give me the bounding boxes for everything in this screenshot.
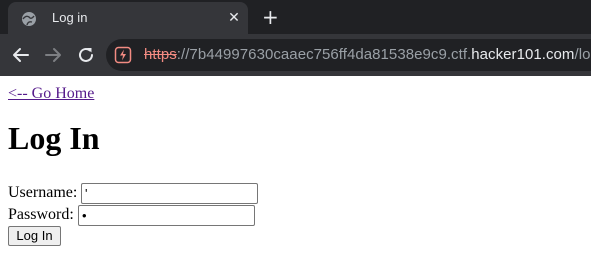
address-bar[interactable]: https://7b44997630caaec756ff4da81538e9c9… xyxy=(106,39,591,71)
url-domain: hacker101.com xyxy=(471,46,575,63)
back-arrow-icon[interactable] xyxy=(10,44,32,66)
reload-icon[interactable] xyxy=(75,44,97,66)
go-home-link[interactable]: <-- Go Home xyxy=(8,85,94,103)
login-button[interactable]: Log In xyxy=(8,226,61,246)
forward-arrow-icon[interactable] xyxy=(42,44,64,66)
page-title: Log In xyxy=(8,120,100,156)
tab-strip: Log in ✕ + xyxy=(0,0,591,34)
tab-title: Log in xyxy=(52,10,88,25)
close-icon[interactable]: ✕ xyxy=(226,10,242,26)
new-tab-button[interactable]: + xyxy=(262,7,279,27)
url-subdomain: ://7b44997630caaec756ff4da81538e9c9.ctf. xyxy=(176,46,472,63)
password-input[interactable] xyxy=(78,205,255,226)
url-text[interactable]: https://7b44997630caaec756ff4da81538e9c9… xyxy=(144,46,591,63)
globe-icon xyxy=(21,11,37,27)
browser-toolbar: https://7b44997630caaec756ff4da81538e9c9… xyxy=(0,34,591,76)
password-label: Password: xyxy=(8,206,74,223)
browser-tab[interactable]: Log in ✕ xyxy=(8,2,248,34)
username-label: Username: xyxy=(8,184,78,201)
username-input[interactable] xyxy=(81,183,258,204)
url-scheme: https xyxy=(144,46,177,63)
not-secure-icon[interactable] xyxy=(114,46,132,64)
url-path: /login xyxy=(574,46,591,63)
page-content: <-- Go Home Log In Username: Password: L… xyxy=(0,76,591,273)
